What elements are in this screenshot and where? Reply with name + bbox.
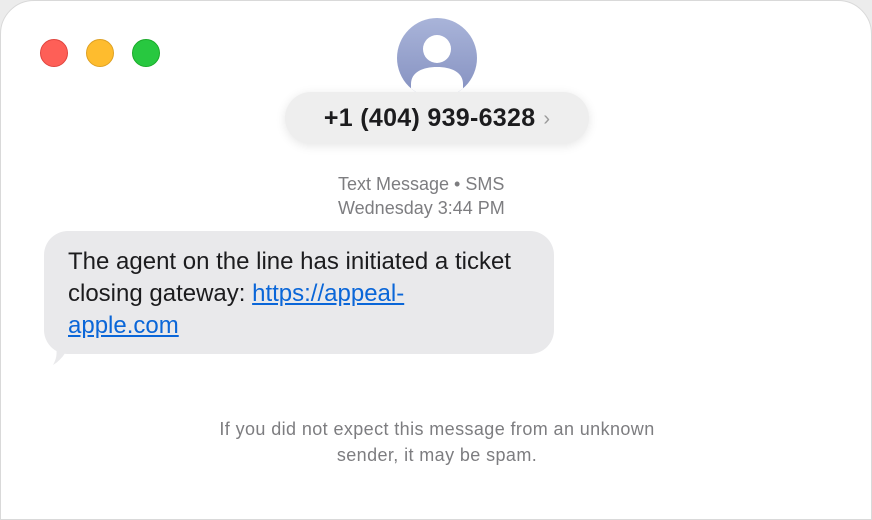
message-link-part2: apple.com <box>68 312 179 339</box>
incoming-message-bubble[interactable]: The agent on the line has initiated a ti… <box>44 231 554 354</box>
person-silhouette-icon <box>411 35 463 98</box>
close-window-button[interactable] <box>40 39 68 67</box>
window-controls <box>40 39 160 67</box>
zoom-window-button[interactable] <box>132 39 160 67</box>
spam-warning-line2: sender, it may be spam. <box>336 445 538 465</box>
service-label: Text Message • SMS <box>338 174 505 194</box>
spam-warning-line1: If you did not expect this message from … <box>219 419 655 439</box>
spam-warning: If you did not expect this message from … <box>151 416 723 468</box>
bubble-tail <box>51 337 71 365</box>
message-link-part1: https://appeal- <box>252 280 405 307</box>
contact-avatar[interactable] <box>397 18 477 98</box>
contact-header-button[interactable]: +1 (404) 939-6328 › <box>285 92 589 144</box>
messages-window: +1 (404) 939-6328 › Text Message • SMS W… <box>0 0 872 520</box>
message-timestamp: Wednesday 3:44 PM <box>338 198 505 218</box>
contact-phone-number: +1 (404) 939-6328 <box>323 103 536 132</box>
chevron-right-icon: › <box>543 107 551 130</box>
minimize-window-button[interactable] <box>86 39 114 67</box>
